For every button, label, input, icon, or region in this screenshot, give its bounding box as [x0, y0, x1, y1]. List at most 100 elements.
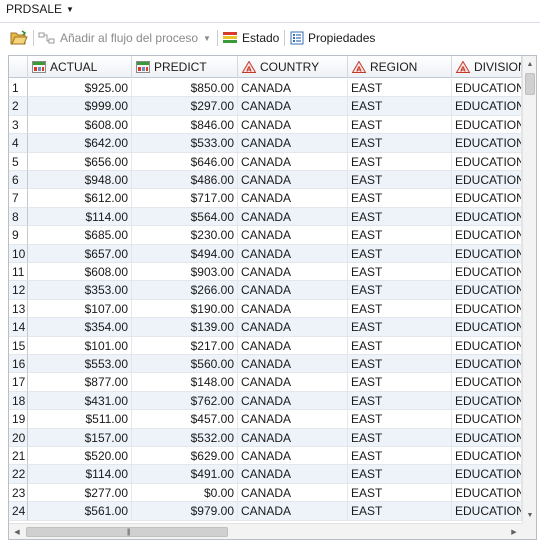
table-row[interactable]: 7 $612.00 $717.00 CANADA EAST EDUCATION [9, 189, 522, 208]
table-row[interactable]: 16 $553.00 $560.00 CANADA EAST EDUCATION [9, 355, 522, 374]
table-row[interactable]: 20 $157.00 $532.00 CANADA EAST EDUCATION [9, 428, 522, 447]
cell-actual[interactable]: $656.00 [28, 152, 132, 171]
cell-actual[interactable]: $657.00 [28, 244, 132, 263]
cell-predict[interactable]: $266.00 [132, 281, 238, 300]
cell-division[interactable]: EDUCATION [452, 410, 522, 429]
cell-division[interactable]: EDUCATION [452, 483, 522, 503]
row-number[interactable]: 14 [9, 318, 28, 337]
row-number[interactable]: 1 [9, 79, 28, 98]
cell-actual[interactable]: $520.00 [28, 447, 132, 466]
cell-region[interactable]: EAST [348, 171, 452, 190]
row-number[interactable]: 19 [9, 410, 28, 429]
cell-region[interactable]: EAST [348, 373, 452, 392]
cell-region[interactable]: EAST [348, 447, 452, 466]
cell-predict[interactable]: $230.00 [132, 226, 238, 245]
cell-country[interactable]: CANADA [238, 263, 348, 282]
row-number[interactable]: 4 [9, 134, 28, 153]
cell-division[interactable]: EDUCATION [452, 447, 522, 466]
table-row[interactable]: 22 $114.00 $491.00 CANADA EAST EDUCATION [9, 465, 522, 484]
cell-region[interactable]: EAST [348, 115, 452, 135]
cell-country[interactable]: CANADA [238, 502, 348, 521]
row-number[interactable]: 22 [9, 465, 28, 484]
table-row[interactable]: 3 $608.00 $846.00 CANADA EAST EDUCATION [9, 115, 522, 135]
table-row[interactable]: 23 $277.00 $0.00 CANADA EAST EDUCATION [9, 483, 522, 503]
cell-actual[interactable]: $353.00 [28, 281, 132, 300]
cell-predict[interactable]: $850.00 [132, 79, 238, 98]
row-number[interactable]: 2 [9, 97, 28, 116]
cell-predict[interactable]: $148.00 [132, 373, 238, 392]
cell-division[interactable]: EDUCATION [452, 207, 522, 227]
column-header-division[interactable]: A DIVISION [452, 56, 522, 78]
row-number[interactable]: 11 [9, 263, 28, 282]
cell-region[interactable]: EAST [348, 428, 452, 447]
cell-actual[interactable]: $685.00 [28, 226, 132, 245]
cell-region[interactable]: EAST [348, 336, 452, 355]
cell-division[interactable]: EDUCATION [452, 391, 522, 411]
cell-actual[interactable]: $561.00 [28, 502, 132, 521]
row-number[interactable]: 12 [9, 281, 28, 300]
scroll-right-arrow-icon[interactable]: ▶ [506, 524, 522, 539]
cell-region[interactable]: EAST [348, 134, 452, 153]
cell-region[interactable]: EAST [348, 318, 452, 337]
cell-actual[interactable]: $642.00 [28, 134, 132, 153]
column-header-country[interactable]: A COUNTRY [238, 56, 348, 78]
cell-predict[interactable]: $217.00 [132, 336, 238, 355]
cell-country[interactable]: CANADA [238, 97, 348, 116]
cell-region[interactable]: EAST [348, 79, 452, 98]
horizontal-scrollbar[interactable]: ◀ ||| ▶ [9, 523, 522, 539]
row-number[interactable]: 10 [9, 244, 28, 263]
cell-division[interactable]: EDUCATION [452, 171, 522, 190]
cell-actual[interactable]: $877.00 [28, 373, 132, 392]
cell-country[interactable]: CANADA [238, 465, 348, 484]
cell-region[interactable]: EAST [348, 263, 452, 282]
cell-region[interactable]: EAST [348, 226, 452, 245]
add-to-flow-dropdown[interactable]: ▼ [203, 27, 211, 49]
cell-predict[interactable]: $297.00 [132, 97, 238, 116]
cell-region[interactable]: EAST [348, 465, 452, 484]
cell-actual[interactable]: $157.00 [28, 428, 132, 447]
cell-predict[interactable]: $486.00 [132, 171, 238, 190]
cell-division[interactable]: EDUCATION [452, 244, 522, 263]
cell-region[interactable]: EAST [348, 299, 452, 319]
cell-actual[interactable]: $431.00 [28, 391, 132, 411]
cell-country[interactable]: CANADA [238, 447, 348, 466]
cell-country[interactable]: CANADA [238, 428, 348, 447]
cell-region[interactable]: EAST [348, 502, 452, 521]
cell-country[interactable]: CANADA [238, 207, 348, 227]
cell-actual[interactable]: $114.00 [28, 465, 132, 484]
cell-region[interactable]: EAST [348, 281, 452, 300]
cell-division[interactable]: EDUCATION [452, 115, 522, 135]
cell-actual[interactable]: $608.00 [28, 263, 132, 282]
cell-predict[interactable]: $139.00 [132, 318, 238, 337]
table-row[interactable]: 1 $925.00 $850.00 CANADA EAST EDUCATION [9, 79, 522, 98]
scroll-up-arrow-icon[interactable]: ▲ [523, 56, 536, 72]
cell-division[interactable]: EDUCATION [452, 263, 522, 282]
cell-country[interactable]: CANADA [238, 189, 348, 208]
table-row[interactable]: 8 $114.00 $564.00 CANADA EAST EDUCATION [9, 207, 522, 227]
vertical-scroll-thumb[interactable] [525, 73, 535, 95]
cell-region[interactable]: EAST [348, 355, 452, 374]
cell-division[interactable]: EDUCATION [452, 281, 522, 300]
column-header-predict[interactable]: PREDICT [132, 56, 238, 78]
cell-predict[interactable]: $903.00 [132, 263, 238, 282]
cell-country[interactable]: CANADA [238, 244, 348, 263]
cell-predict[interactable]: $533.00 [132, 134, 238, 153]
cell-division[interactable]: EDUCATION [452, 502, 522, 521]
table-row[interactable]: 19 $511.00 $457.00 CANADA EAST EDUCATION [9, 410, 522, 429]
column-header-region[interactable]: A REGION [348, 56, 452, 78]
column-header-actual[interactable]: ACTUAL [28, 56, 132, 78]
cell-predict[interactable]: $0.00 [132, 483, 238, 503]
table-row[interactable]: 18 $431.00 $762.00 CANADA EAST EDUCATION [9, 391, 522, 411]
cell-predict[interactable]: $979.00 [132, 502, 238, 521]
cell-country[interactable]: CANADA [238, 281, 348, 300]
cell-predict[interactable]: $457.00 [132, 410, 238, 429]
table-row[interactable]: 5 $656.00 $646.00 CANADA EAST EDUCATION [9, 152, 522, 171]
cell-region[interactable]: EAST [348, 207, 452, 227]
cell-predict[interactable]: $532.00 [132, 428, 238, 447]
table-row[interactable]: 24 $561.00 $979.00 CANADA EAST EDUCATION [9, 502, 522, 521]
cell-region[interactable]: EAST [348, 189, 452, 208]
cell-country[interactable]: CANADA [238, 373, 348, 392]
row-number[interactable]: 13 [9, 299, 28, 319]
cell-region[interactable]: EAST [348, 152, 452, 171]
cell-predict[interactable]: $717.00 [132, 189, 238, 208]
